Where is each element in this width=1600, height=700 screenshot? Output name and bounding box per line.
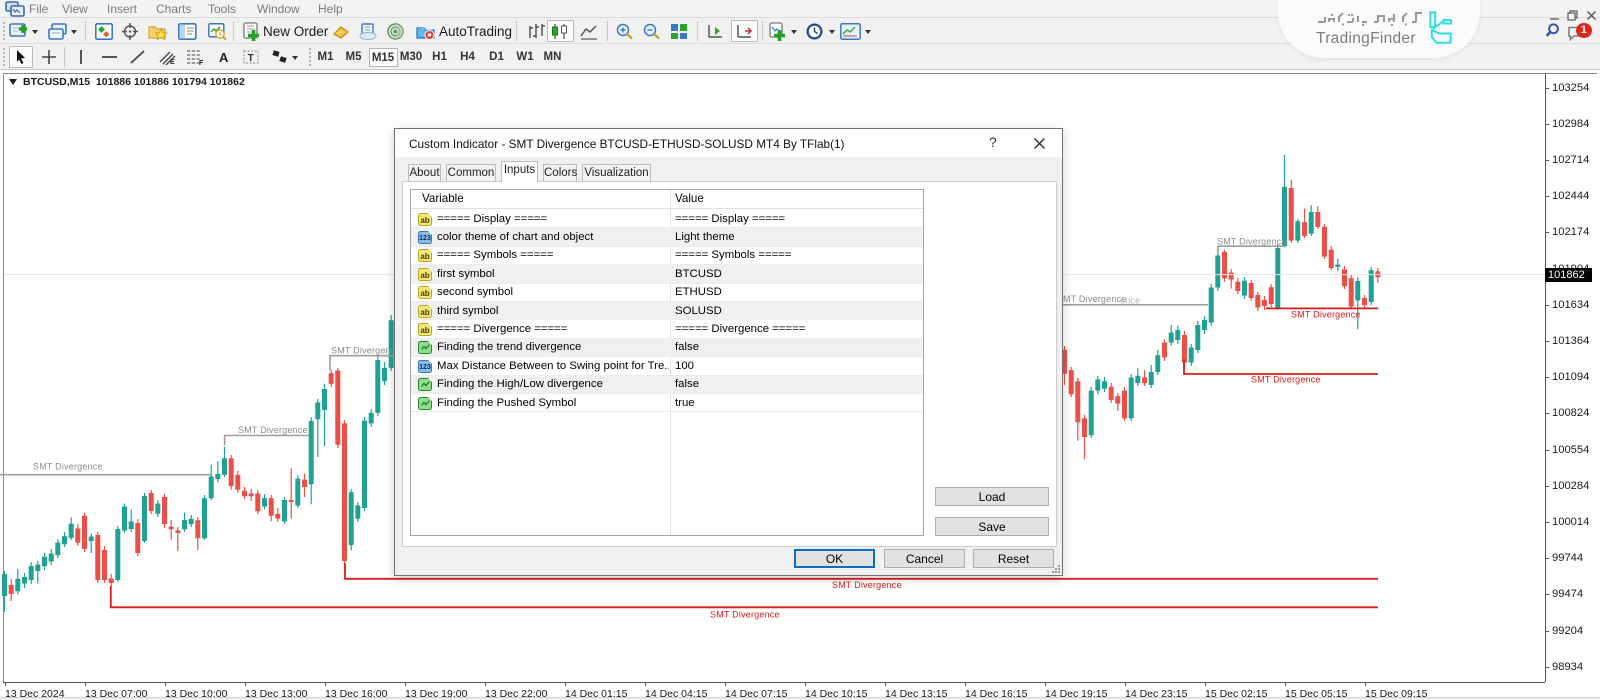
svg-text:SMT Divergence: SMT Divergence bbox=[238, 425, 308, 435]
svg-text:SMT Divergence: SMT Divergence bbox=[832, 580, 902, 590]
svg-text:SMT Divergence: SMT Divergence bbox=[1251, 375, 1321, 385]
svg-text:SMT Divergence: SMT Divergence bbox=[331, 346, 401, 356]
svg-text:MT Divergence: MT Divergence bbox=[1063, 294, 1126, 304]
svg-text:SMT Divergence: SMT Divergence bbox=[1291, 309, 1361, 319]
svg-text:ence: ence bbox=[1120, 296, 1140, 306]
svg-text:SMT Divergence: SMT Divergence bbox=[710, 610, 780, 620]
svg-text:SMT Divergence: SMT Divergence bbox=[33, 462, 103, 472]
svg-text:SMT Divergence: SMT Divergence bbox=[1217, 236, 1287, 246]
